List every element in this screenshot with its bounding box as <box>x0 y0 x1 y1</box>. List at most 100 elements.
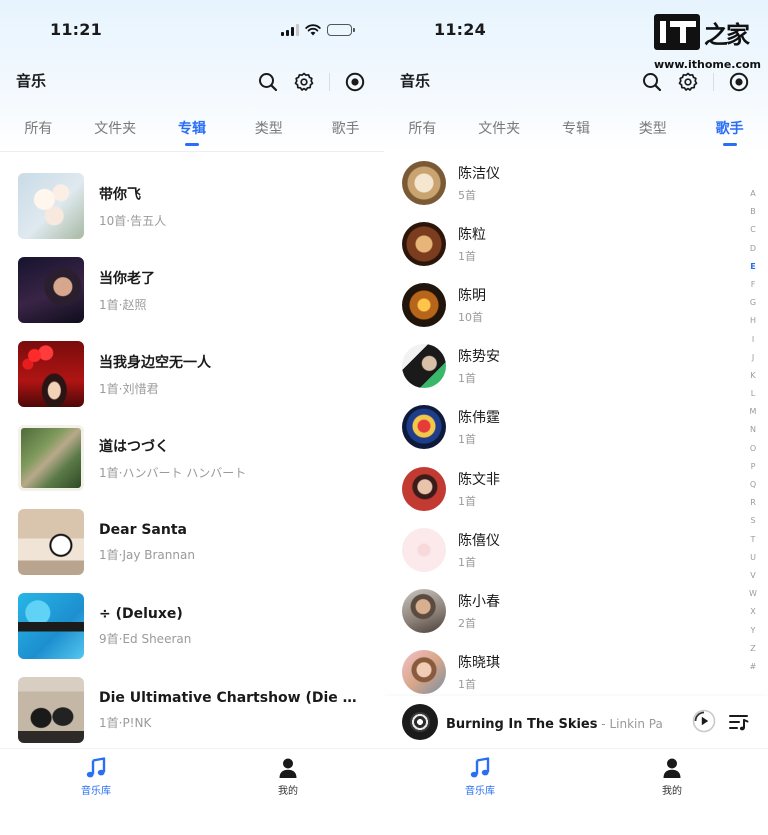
alphabet-index-letter[interactable]: J <box>752 352 754 370</box>
artist-count: 10首 <box>458 310 483 324</box>
alphabet-index-letter[interactable]: E <box>750 261 755 279</box>
alphabet-index-letter[interactable]: S <box>750 515 755 533</box>
album-title: Die Ultimative Chartshow (Die Erf... <box>99 689 359 706</box>
album-title: 当我身边空无一人 <box>99 354 211 371</box>
album-row[interactable]: Die Ultimative Chartshow (Die Erf... 1首·P… <box>0 668 384 752</box>
tab-genres[interactable]: 类型 <box>230 112 307 152</box>
artist-avatar <box>402 282 446 327</box>
artist-row[interactable]: 陈粒 1首 <box>384 213 768 274</box>
category-tabs: 所有 文件夹 专辑 类型 歌手 <box>0 112 384 152</box>
album-title: 当你老了 <box>99 270 155 287</box>
artist-avatar <box>402 527 446 572</box>
alphabet-index-letter[interactable]: H <box>750 315 756 333</box>
artist-row[interactable]: 陈小春 2首 <box>384 580 768 641</box>
artist-count: 1首 <box>458 372 476 386</box>
alphabet-index-letter[interactable]: V <box>750 570 755 588</box>
alphabet-index-letter[interactable]: # <box>750 661 757 679</box>
album-cover <box>18 425 84 491</box>
alphabet-index-letter[interactable]: P <box>751 461 756 479</box>
play-button[interactable] <box>692 709 716 733</box>
artist-count: 1首 <box>458 433 476 447</box>
alphabet-index-letter[interactable]: Z <box>750 643 755 661</box>
alphabet-index-letter[interactable]: Q <box>750 479 756 497</box>
tab-folders[interactable]: 文件夹 <box>77 112 154 152</box>
artist-count: 1首 <box>458 494 476 508</box>
artist-row[interactable]: 陈洁仪 5首 <box>384 152 768 213</box>
nav-profile[interactable]: 我的 <box>576 749 768 835</box>
alphabet-index-letter[interactable]: X <box>750 606 755 624</box>
alphabet-index-letter[interactable]: N <box>750 424 756 442</box>
tab-genres[interactable]: 类型 <box>614 112 691 152</box>
artist-row[interactable]: 陈僖仪 1首 <box>384 519 768 580</box>
category-tabs: 所有 文件夹 专辑 类型 歌手 <box>384 112 768 152</box>
alphabet-index-letter[interactable]: I <box>752 334 754 352</box>
action-divider <box>329 73 330 91</box>
tab-all[interactable]: 所有 <box>0 112 77 152</box>
alphabet-index-letter[interactable]: Y <box>751 625 756 643</box>
alphabet-index-letter[interactable]: F <box>751 279 756 297</box>
album-row[interactable]: ÷ (Deluxe) 9首·Ed Sheeran <box>0 584 384 668</box>
cellular-signal-icon <box>281 24 299 36</box>
album-subtitle: 9首·Ed Sheeran <box>99 631 192 646</box>
artist-count: 2首 <box>458 616 476 630</box>
tab-folders[interactable]: 文件夹 <box>461 112 538 152</box>
tab-albums[interactable]: 专辑 <box>538 112 615 152</box>
album-row[interactable]: 道はつづく 1首·ハンバート ハンバート <box>0 416 384 500</box>
album-subtitle: 10首·告五人 <box>99 213 167 228</box>
status-time: 11:21 <box>50 20 102 39</box>
alphabet-index-letter[interactable]: O <box>750 443 756 461</box>
alphabet-index-letter[interactable]: D <box>750 243 756 261</box>
watermark-url: www.ithome.com <box>654 58 762 71</box>
search-icon <box>259 73 278 92</box>
artist-row[interactable]: 陈明 10首 <box>384 274 768 335</box>
search-button[interactable] <box>257 71 279 93</box>
nav-library[interactable]: 音乐库 <box>384 749 576 835</box>
tab-albums[interactable]: 专辑 <box>154 112 231 152</box>
now-playing-artist: Linkin Park <box>609 716 664 731</box>
mini-player[interactable]: Burning In The Skies - Linkin Park <box>384 696 768 748</box>
alphabet-index[interactable]: A B C D E F G H I J K L M N O P Q R S T U V W X Y Z # <box>748 188 758 679</box>
album-row[interactable]: Dear Santa 1首·Jay Brannan <box>0 500 384 584</box>
music-note-icon <box>470 757 490 778</box>
alphabet-index-letter[interactable]: M <box>750 406 757 424</box>
artist-name: 陈晓琪 <box>458 655 500 672</box>
album-row[interactable]: 当我身边空无一人 1首·刘惜君 <box>0 332 384 416</box>
alphabet-index-letter[interactable]: A <box>750 188 755 206</box>
artist-row[interactable]: 陈晓琪 1首 <box>384 642 768 703</box>
playlist-button[interactable] <box>728 711 750 733</box>
alphabet-index-letter[interactable]: C <box>750 224 756 242</box>
alphabet-index-letter[interactable]: R <box>750 497 756 515</box>
alphabet-index-letter[interactable]: T <box>751 534 756 552</box>
artist-avatar <box>402 650 446 695</box>
nav-profile[interactable]: 我的 <box>192 749 384 835</box>
artist-row[interactable]: 陈势安 1首 <box>384 336 768 397</box>
alphabet-index-letter[interactable]: U <box>750 552 756 570</box>
settings-button[interactable] <box>293 71 315 93</box>
album-cover <box>18 173 84 239</box>
artist-name: 陈明 <box>458 287 486 304</box>
nav-label: 我的 <box>278 786 298 797</box>
artist-name: 陈文非 <box>458 471 500 488</box>
artist-name: 陈僖仪 <box>458 532 500 549</box>
artist-count: 1首 <box>458 555 476 569</box>
tab-artists[interactable]: 歌手 <box>691 112 768 152</box>
tabs-divider <box>0 151 384 152</box>
tab-artists[interactable]: 歌手 <box>307 112 384 152</box>
tab-all[interactable]: 所有 <box>384 112 461 152</box>
alphabet-index-letter[interactable]: K <box>750 370 755 388</box>
alphabet-index-letter[interactable]: B <box>750 206 756 224</box>
artist-row[interactable]: 陈文非 1首 <box>384 458 768 519</box>
alphabet-index-letter[interactable]: W <box>749 588 757 606</box>
artist-name: 陈伟霆 <box>458 410 500 427</box>
nav-library[interactable]: 音乐库 <box>0 749 192 835</box>
nav-label: 音乐库 <box>81 786 111 797</box>
nav-label: 音乐库 <box>465 786 495 797</box>
alphabet-index-letter[interactable]: G <box>750 297 756 315</box>
album-cover <box>18 677 84 743</box>
artist-row[interactable]: 陈伟霆 1首 <box>384 397 768 458</box>
album-row[interactable]: 带你飞 10首·告五人 <box>0 164 384 248</box>
artist-list: 陈洁仪 5首 陈粒 1首 陈明 10首 陈势安 1首 陈伟霆 1首 陈文非 1首 陈僖仪 1首 <box>384 152 768 703</box>
album-row[interactable]: 当你老了 1首·赵照 <box>0 248 384 332</box>
recognize-button[interactable] <box>344 71 366 93</box>
alphabet-index-letter[interactable]: L <box>751 388 755 406</box>
